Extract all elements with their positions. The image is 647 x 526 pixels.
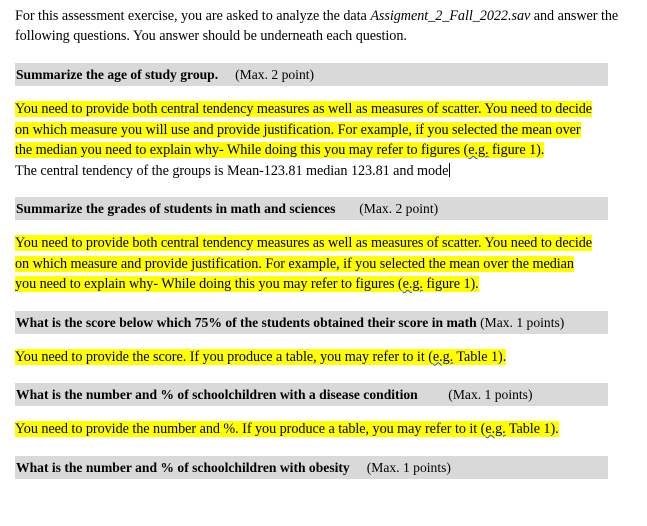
question-heading-4: What is the number and % of schoolchildr… [15,383,608,406]
question-heading-1-max: (Max. 2 point) [235,67,315,82]
question-heading-4-title: What is the number and % of schoolchildr… [16,387,418,402]
answer-paragraph-1[interactable]: The central tendency of the groups is Me… [15,161,631,182]
instruction-2-highlight: You need to provide both central tendenc… [15,235,592,292]
instruction-2-text-before: You need to provide both central tendenc… [15,235,593,292]
question-heading-3-max: (Max. 1 points) [480,314,565,330]
instruction-3-highlight: You need to provide the score. If you pr… [15,348,507,365]
instruction-2-text-after: figure 1). [422,276,479,292]
question-heading-2-max: (Max. 2 point) [359,201,439,216]
question-heading-3-title: What is the score below which 75% of the… [16,314,477,330]
question-heading-4-max: (Max. 1 points) [448,387,533,402]
instruction-2-eg-abbrev: e.g. [402,276,423,292]
answer-1-text: The central tendency of the groups is Me… [15,162,449,179]
intro-paragraph: For this assessment exercise, you are as… [15,7,631,46]
instruction-1-highlight: You need to provide both central tendenc… [15,101,592,158]
instruction-4-text-after: Table 1). [505,421,559,437]
question-heading-5-max: (Max. 1 points) [366,459,451,475]
instruction-3-text-before: You need to provide the score. If you pr… [15,348,433,365]
instruction-1-eg-abbrev: e.g. [468,142,489,158]
question-heading-5-title: What is the number and % of schoolchildr… [16,459,350,475]
instruction-3-text-after: Table 1). [453,348,507,365]
question-heading-5: What is the number and % of schoolchildr… [15,455,608,479]
document-page: For this assessment exercise, you are as… [0,0,647,526]
text-cursor [449,162,451,177]
intro-text-before: For this assessment exercise, you are as… [15,8,371,24]
instruction-1-text-after: figure 1). [488,142,545,158]
question-heading-1: Summarize the age of study group. (Max. … [15,63,608,86]
question-heading-2-title: Summarize the grades of students in math… [16,201,336,216]
instruction-paragraph-3: You need to provide the score. If you pr… [15,347,631,368]
instruction-paragraph-1: You need to provide both central tendenc… [15,99,600,161]
instruction-4-highlight: You need to provide the number and %. If… [15,421,559,437]
instruction-paragraph-4: You need to provide the number and %. If… [15,419,595,440]
instruction-4-text-before: You need to provide the number and %. If… [15,421,486,437]
instruction-3-eg-abbrev: e.g. [432,348,454,365]
question-heading-3: What is the score below which 75% of the… [15,310,608,334]
data-filename: Assigment_2_Fall_2022.sav [370,8,531,24]
document-body[interactable]: For this assessment exercise, you are as… [0,0,647,479]
instruction-4-eg-abbrev: e.g. [485,421,506,437]
question-heading-1-title: Summarize the age of study group. [16,67,219,82]
instruction-paragraph-2: You need to provide both central tendenc… [15,233,595,295]
question-heading-2: Summarize the grades of students in math… [15,197,608,220]
